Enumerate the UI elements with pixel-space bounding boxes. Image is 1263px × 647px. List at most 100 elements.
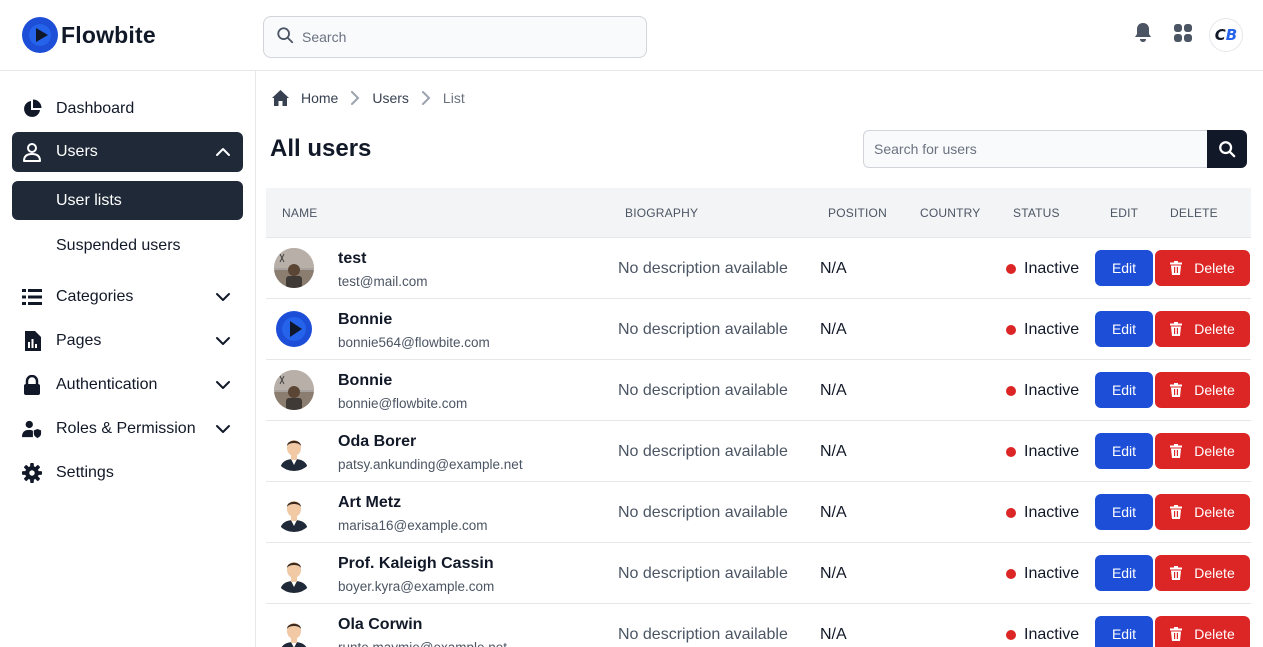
sidebar-item-users[interactable]: Users (12, 132, 243, 172)
trash-icon (1170, 322, 1183, 336)
user-biography: No description available (618, 260, 788, 277)
user-biography: No description available (618, 321, 788, 338)
delete-label: Delete (1194, 504, 1235, 520)
trash-icon (1170, 444, 1183, 458)
column-header-edit: Edit (1110, 206, 1139, 220)
sidebar-item-settings[interactable]: Settings (12, 453, 243, 493)
table-body: test test@mail.com No description availabl… (266, 237, 1251, 647)
sidebar-item-label: Authentication (56, 376, 158, 393)
user-position: N/A (820, 321, 847, 338)
sidebar-subitem-suspended-users[interactable]: Suspended users (12, 226, 243, 265)
global-search[interactable] (263, 16, 647, 58)
delete-user-button[interactable]: Delete (1155, 311, 1250, 347)
status-badge: Inactive (1006, 626, 1079, 644)
delete-label: Delete (1194, 382, 1235, 398)
sidebar-item-authentication[interactable]: Authentication (12, 365, 243, 405)
bell-icon (1133, 22, 1153, 49)
main-content: Home Users List All users Name Biography… (256, 71, 1263, 647)
user-email: runte.maymie@example.net (338, 640, 507, 647)
pie-chart-icon (22, 99, 42, 119)
user-avatar[interactable]: CB (1209, 18, 1243, 52)
status-badge: Inactive (1006, 382, 1079, 400)
status-label: Inactive (1024, 565, 1080, 582)
chevron-down-icon (215, 333, 231, 349)
user-name: Oda Borer (338, 433, 417, 450)
status-dot-icon (1006, 386, 1016, 396)
notifications-button[interactable] (1126, 17, 1160, 53)
grid-icon (1173, 23, 1193, 48)
chevron-down-icon (215, 289, 231, 305)
list-icon (22, 287, 42, 307)
user-name: Art Metz (338, 494, 402, 511)
column-header-status: Status (1013, 206, 1060, 220)
edit-user-button[interactable]: Edit (1095, 616, 1153, 647)
breadcrumb-users[interactable]: Users (372, 90, 409, 106)
users-table: Name Biography Position Country Status E… (266, 188, 1251, 647)
delete-user-button[interactable]: Delete (1155, 494, 1250, 530)
column-header-position: Position (828, 206, 887, 220)
brand-logo[interactable]: Flowbite (22, 17, 156, 53)
delete-user-button[interactable]: Delete (1155, 555, 1250, 591)
trash-icon (1170, 261, 1183, 275)
sidebar-item-dashboard[interactable]: Dashboard (12, 89, 243, 129)
sidebar-item-label: Pages (56, 332, 102, 349)
user-biography: No description available (618, 626, 788, 643)
delete-user-button[interactable]: Delete (1155, 372, 1250, 408)
status-badge: Inactive (1006, 565, 1079, 583)
sidebar-item-categories[interactable]: Categories (12, 277, 243, 317)
sidebar-item-pages[interactable]: Pages (12, 321, 243, 361)
user-avatar-image (274, 492, 314, 532)
avatar-initial-b: B (1225, 26, 1238, 44)
avatar-initial-c: C (1214, 26, 1226, 44)
table-row: Art Metz marisa16@example.com No descripti… (266, 481, 1251, 542)
sidebar-item-roles-permission[interactable]: Roles & Permission (12, 409, 243, 449)
status-label: Inactive (1024, 321, 1080, 338)
apps-button[interactable] (1166, 17, 1200, 53)
status-dot-icon (1006, 447, 1016, 457)
status-dot-icon (1006, 264, 1016, 274)
trash-icon (1170, 627, 1183, 641)
breadcrumb-home[interactable]: Home (301, 90, 338, 106)
chevron-right-icon (421, 91, 431, 105)
edit-user-button[interactable]: Edit (1095, 250, 1153, 286)
user-email: bonnie@flowbite.com (338, 396, 468, 411)
sidebar-subitem-user-lists[interactable]: User lists (12, 181, 243, 220)
status-dot-icon (1006, 630, 1016, 640)
global-search-input[interactable] (302, 29, 622, 45)
sidebar-subitem-label: Suspended users (56, 236, 181, 254)
edit-user-button[interactable]: Edit (1095, 311, 1153, 347)
edit-user-button[interactable]: Edit (1095, 433, 1153, 469)
status-dot-icon (1006, 325, 1016, 335)
user-avatar-image (274, 553, 314, 593)
breadcrumb-current: List (442, 90, 465, 106)
edit-user-button[interactable]: Edit (1095, 372, 1153, 408)
flowbite-logo-icon (22, 17, 58, 53)
status-badge: Inactive (1006, 260, 1079, 278)
user-shield-icon (22, 419, 42, 439)
user-name: Bonnie (338, 372, 393, 389)
home-icon (272, 90, 289, 106)
delete-user-button[interactable]: Delete (1155, 616, 1250, 647)
user-search-input[interactable] (874, 141, 1194, 157)
table-header: Name Biography Position Country Status E… (266, 188, 1251, 237)
delete-user-button[interactable]: Delete (1155, 250, 1250, 286)
user-biography: No description available (618, 504, 788, 521)
column-header-biography: Biography (625, 206, 699, 220)
user-email: bonnie564@flowbite.com (338, 335, 490, 350)
edit-user-button[interactable]: Edit (1095, 555, 1153, 591)
user-search[interactable] (863, 130, 1208, 168)
user-email: test@mail.com (338, 274, 428, 289)
user-icon (22, 142, 42, 162)
delete-label: Delete (1194, 443, 1235, 459)
edit-user-button[interactable]: Edit (1095, 494, 1153, 530)
lock-icon (22, 375, 42, 395)
status-dot-icon (1006, 508, 1016, 518)
user-search-submit-button[interactable] (1207, 130, 1247, 168)
search-icon (1218, 140, 1236, 158)
column-header-country: Country (920, 206, 981, 220)
status-badge: Inactive (1006, 321, 1079, 339)
table-row: Prof. Kaleigh Cassin boyer.kyra@example.c… (266, 542, 1251, 603)
delete-user-button[interactable]: Delete (1155, 433, 1250, 469)
table-row: Bonnie bonnie@flowbite.com No description … (266, 359, 1251, 420)
page-title: All users (270, 135, 372, 162)
